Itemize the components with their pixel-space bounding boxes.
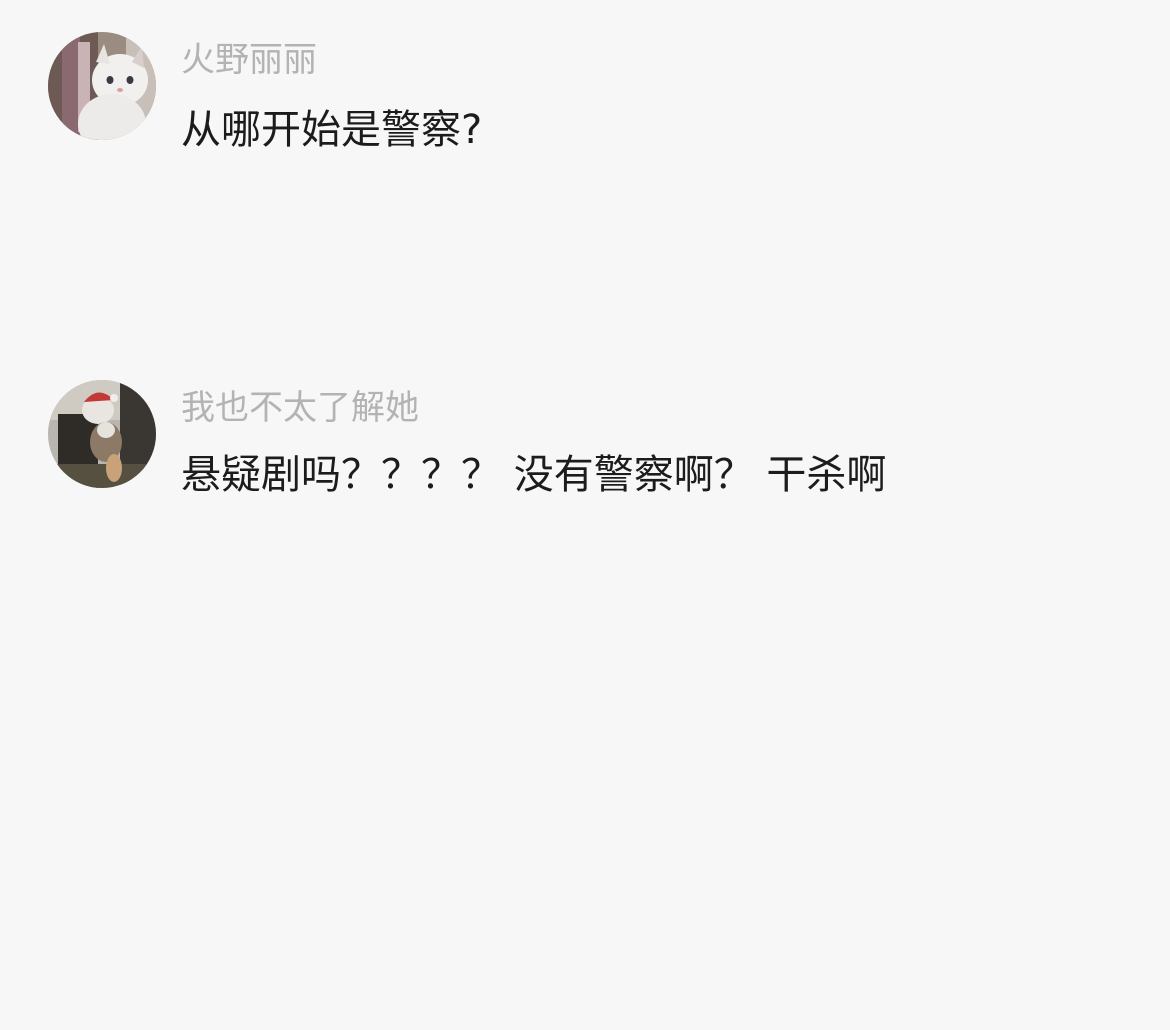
comment-text: 悬疑剧吗？？？？ 没有警察啊？ 干杀啊	[181, 452, 887, 498]
avatar[interactable]	[48, 32, 156, 140]
comment-text: 从哪开始是警察?	[181, 107, 483, 153]
cat-avatar-image	[48, 32, 156, 140]
figure-avatar-image	[48, 380, 156, 488]
username[interactable]: 火野丽丽	[181, 38, 317, 82]
username[interactable]: 我也不太了解她	[181, 386, 419, 430]
avatar[interactable]	[48, 380, 156, 488]
